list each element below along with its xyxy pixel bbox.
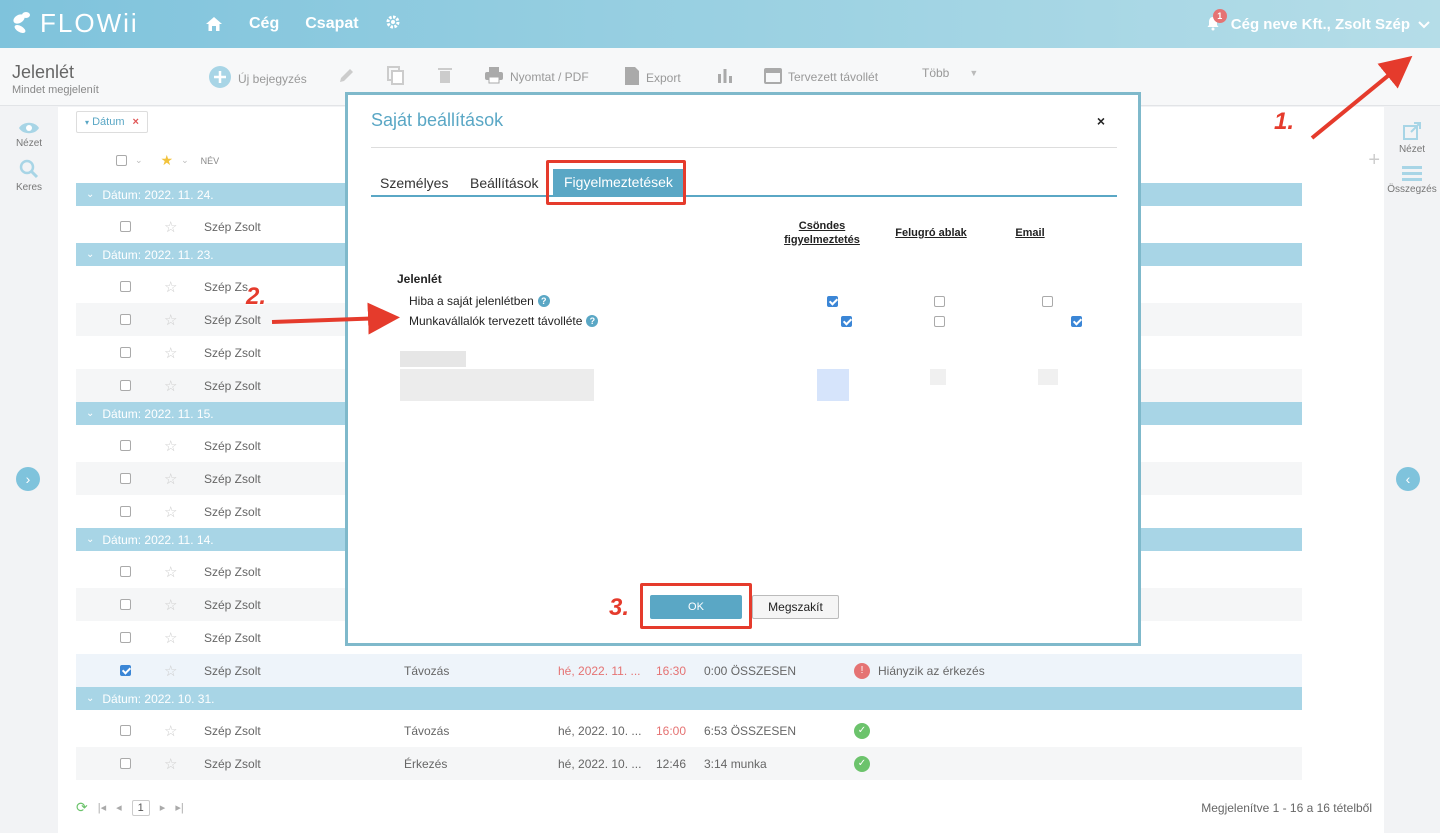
annotation-arrows [271, 55, 1413, 335]
annotation-step-2: 2. [246, 283, 267, 310]
annotation-step-3: 3. [609, 594, 630, 621]
annotation-step-1: 1. [1274, 108, 1295, 135]
